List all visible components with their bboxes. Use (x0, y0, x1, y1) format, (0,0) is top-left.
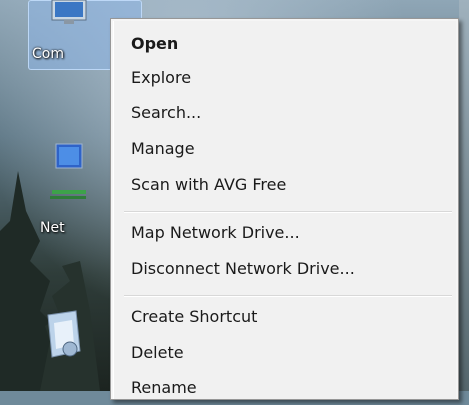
menu-item-map-network-drive[interactable]: Map Network Drive... (114, 216, 456, 250)
menu-separator (124, 211, 452, 213)
desktop-edge (459, 0, 469, 391)
menu-item-rename[interactable]: Rename (114, 371, 456, 405)
context-menu-body: Open Explore Search... Manage Scan with … (113, 21, 456, 399)
recycle-bin-icon (47, 310, 81, 358)
menu-item-delete[interactable]: Delete (114, 336, 456, 370)
menu-item-explore[interactable]: Explore (114, 61, 456, 95)
menu-item-search[interactable]: Search... (114, 96, 456, 130)
desktop-icon-label: Com (32, 46, 64, 62)
menu-item-open[interactable]: Open (114, 27, 456, 61)
desktop-icon-label: Net (40, 220, 65, 236)
network-icon (50, 143, 86, 199)
menu-separator (124, 295, 452, 297)
menu-item-create-shortcut[interactable]: Create Shortcut (114, 300, 456, 334)
context-menu: Open Explore Search... Manage Scan with … (110, 18, 459, 400)
menu-item-disconnect-network-drive[interactable]: Disconnect Network Drive... (114, 252, 456, 286)
menu-item-scan-avg[interactable]: Scan with AVG Free (114, 168, 456, 202)
menu-item-manage[interactable]: Manage (114, 132, 456, 166)
computer-icon (51, 0, 87, 24)
